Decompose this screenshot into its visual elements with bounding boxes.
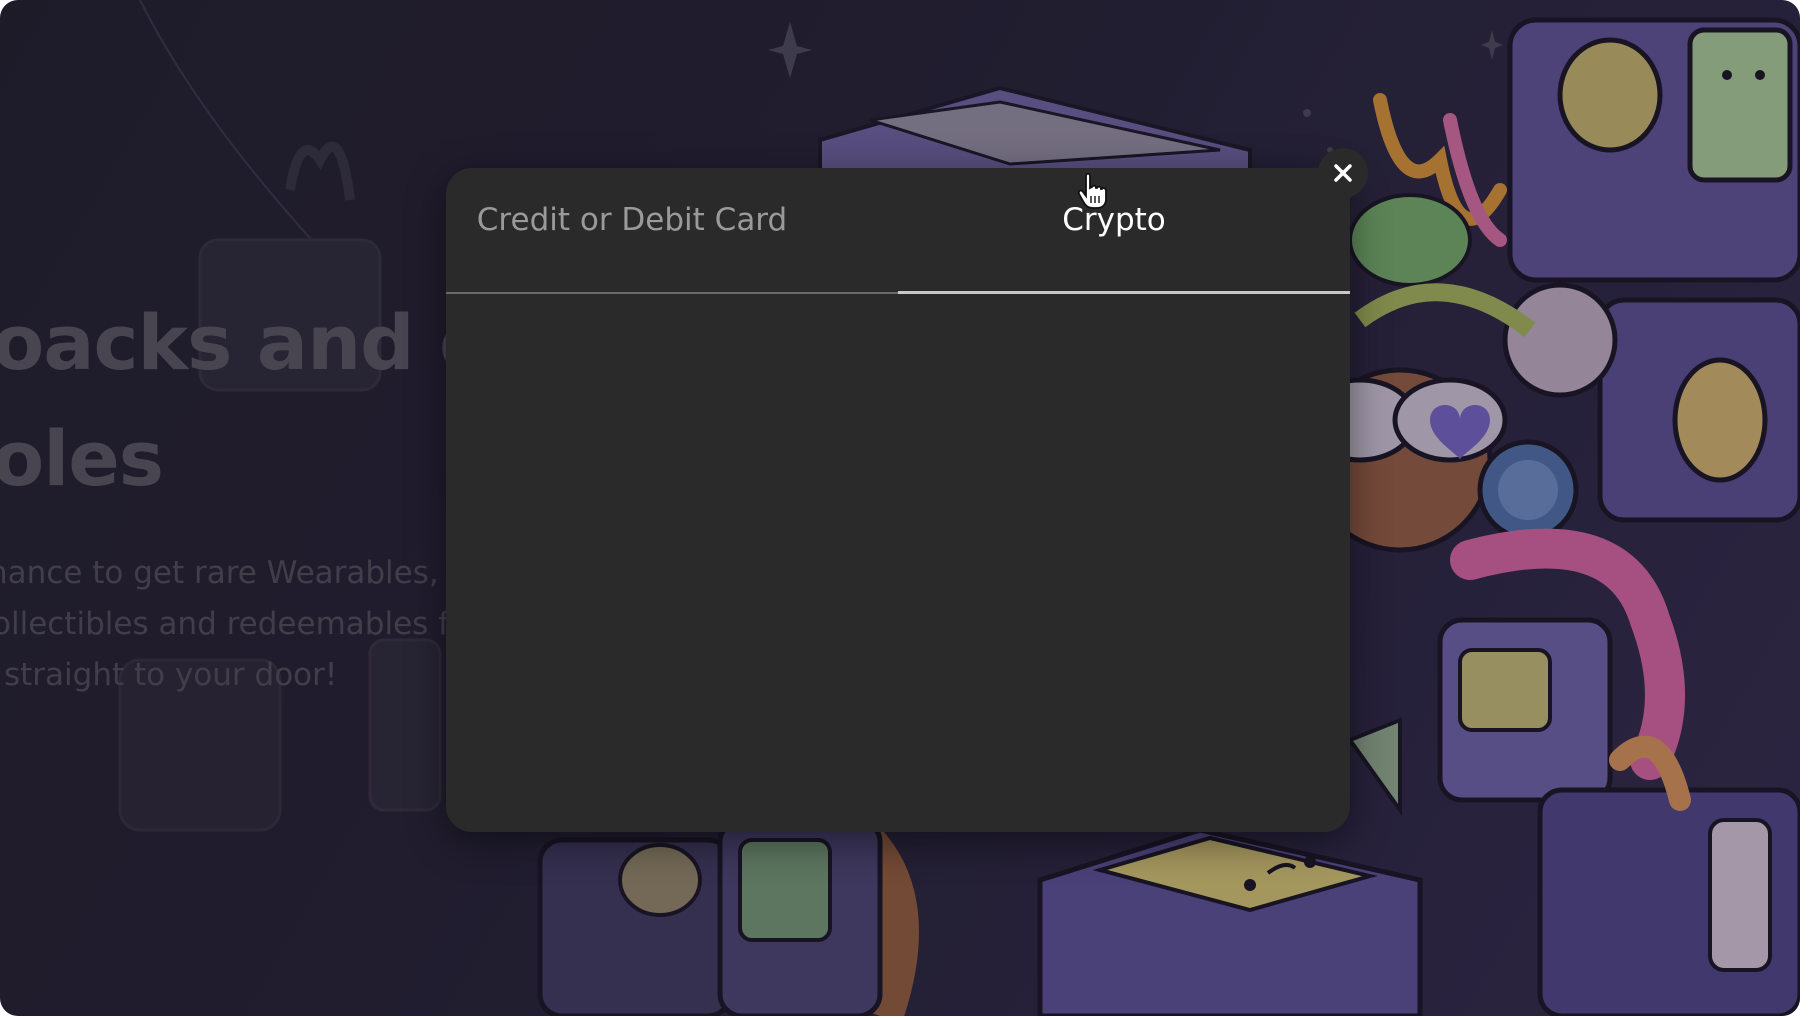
tab-credit-or-debit-card[interactable]: Credit or Debit Card (446, 168, 898, 294)
pointer-hand-icon (1077, 172, 1107, 209)
tab-crypto[interactable]: Crypto (898, 168, 1350, 294)
tab-label: Credit or Debit Card (476, 202, 788, 238)
close-icon (1334, 164, 1352, 182)
close-button[interactable] (1318, 148, 1368, 198)
payment-method-modal: Credit or Debit Card Crypto (446, 168, 1350, 832)
payment-tabs: Credit or Debit Card Crypto (446, 168, 1350, 294)
tab-content-panel (446, 294, 1350, 832)
